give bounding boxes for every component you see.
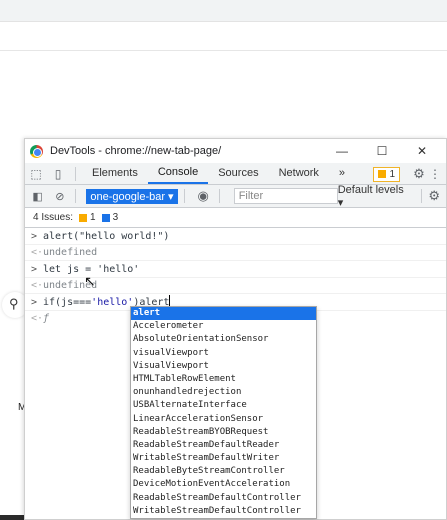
autocomplete-item[interactable]: Accelerometer	[131, 320, 316, 333]
result-arrow-icon: <·	[31, 280, 44, 291]
more-tabs-button[interactable]: »	[329, 163, 355, 184]
input-prompt-icon: >	[31, 297, 38, 308]
autocomplete-item[interactable]: HTMLTableRowElement	[131, 373, 316, 386]
autocomplete-item[interactable]: VisualViewport	[131, 360, 316, 373]
divider	[75, 166, 76, 181]
devtools-titlebar: DevTools - chrome://new-tab-page/ — ☐ ✕	[25, 139, 446, 163]
prompt-text-before: if(js===	[43, 297, 92, 308]
result-arrow-icon: <·	[31, 247, 44, 258]
divider	[218, 189, 220, 203]
console-result-text: undefined	[43, 247, 98, 258]
info-count: 3	[112, 212, 119, 223]
autocomplete-item[interactable]: ReadableStreamDefaultReader	[131, 439, 316, 452]
console-input-row: > alert("hello world!")	[25, 228, 446, 245]
input-prompt-icon: >	[31, 231, 38, 242]
divider	[75, 189, 77, 203]
autocomplete-item[interactable]: LinearAccelerationSensor	[131, 413, 316, 426]
tab-network[interactable]: Network	[269, 163, 329, 184]
clear-console-icon[interactable]: ⊘	[50, 190, 69, 203]
window-title: DevTools - chrome://new-tab-page/	[50, 145, 222, 157]
info-icon	[101, 213, 110, 222]
issues-badge-count: 1	[389, 168, 395, 180]
tab-sources[interactable]: Sources	[208, 163, 268, 184]
prompt-string-literal: 'hello'	[91, 297, 134, 308]
context-selector[interactable]: one-google-bar ▾	[86, 188, 178, 204]
live-expression-eye-icon[interactable]: ◉	[194, 188, 213, 204]
search-icon: ⚲	[9, 296, 19, 311]
divider	[421, 189, 423, 203]
maximize-button[interactable]: ☐	[362, 139, 402, 163]
autocomplete-item[interactable]: alert	[131, 307, 316, 321]
tab-elements[interactable]: Elements	[82, 163, 148, 184]
input-prompt-icon: >	[31, 264, 38, 275]
console-preview-text: ƒ	[43, 313, 50, 324]
issues-bar[interactable]: 4 Issues: 1 3	[25, 208, 446, 228]
autocomplete-item[interactable]: ReadableStreamBYOBRequest	[131, 426, 316, 439]
warning-icon	[378, 169, 387, 178]
minimize-button[interactable]: —	[322, 139, 362, 163]
device-toolbar-icon[interactable]: ▯	[47, 167, 69, 181]
autocomplete-item[interactable]: WritableStreamDefaultWriter	[131, 452, 316, 465]
console-settings-icon[interactable]: ⚙	[428, 188, 440, 204]
autocomplete-item[interactable]: USBAlternateInterface	[131, 399, 316, 412]
sidebar-toggle-icon[interactable]: ◧	[28, 190, 47, 203]
issues-badge[interactable]: 1	[373, 166, 400, 182]
mouse-cursor-icon: ↖	[84, 273, 96, 289]
divider	[183, 189, 185, 203]
devtools-tabbar: ⬚ ▯ Elements Console Sources Network » 1…	[25, 163, 446, 185]
autocomplete-item[interactable]: WritableStreamDefaultController	[131, 505, 316, 518]
issues-label: 4 Issues:	[33, 212, 74, 223]
console-result-row: <· undefined	[25, 245, 446, 261]
chrome-logo-icon	[30, 144, 43, 158]
autocomplete-item[interactable]: AbsoluteOrientationSensor	[131, 333, 316, 346]
autocomplete-item[interactable]: ReadableStreamDefaultController	[131, 492, 316, 505]
autocomplete-list[interactable]: alert Accelerometer AbsoluteOrientationSen…	[130, 306, 317, 519]
autocomplete-item[interactable]: DeviceMotionEventAcceleration	[131, 478, 316, 491]
autocomplete-item[interactable]: onunhandledrejection	[131, 386, 316, 399]
inspect-element-icon[interactable]: ⬚	[25, 167, 47, 181]
page-divider	[0, 50, 447, 51]
close-button[interactable]: ✕	[402, 139, 442, 163]
warning-count: 1	[90, 212, 96, 223]
result-arrow-icon: <·	[31, 313, 44, 324]
console-toolbar: ◧ ⊘ one-google-bar ▾ ◉ Filter Default le…	[25, 184, 446, 209]
filter-input[interactable]: Filter	[233, 188, 338, 204]
autocomplete-item[interactable]: visualViewport	[131, 347, 316, 360]
tab-console[interactable]: Console	[147, 163, 209, 184]
console-input-text: alert("hello world!")	[43, 231, 170, 242]
log-levels-dropdown[interactable]: Default levels ▾	[338, 184, 410, 209]
settings-gear-icon[interactable]: ⚙	[410, 166, 428, 182]
text-caret	[169, 295, 171, 306]
warning-icon	[79, 213, 88, 222]
more-options-icon[interactable]: ⋮	[428, 167, 442, 181]
browser-top-bar	[0, 0, 447, 22]
autocomplete-item[interactable]: ReadableByteStreamController	[131, 465, 316, 478]
